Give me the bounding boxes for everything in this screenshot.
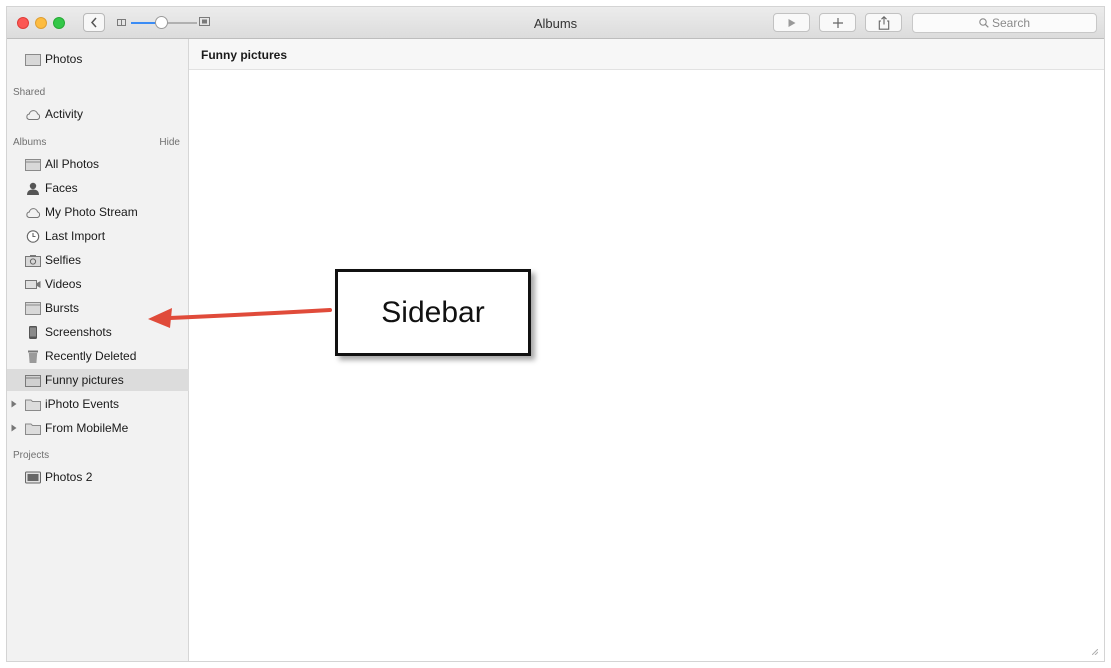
plus-icon — [832, 17, 843, 28]
sidebar-item-activity[interactable]: Activity — [7, 103, 189, 125]
sidebar-item-label: Selfies — [45, 253, 82, 267]
section-heading-albums: Albums — [13, 137, 47, 148]
album-icon — [25, 302, 41, 315]
content-header: Funny pictures — [189, 39, 1104, 70]
disclosure-triangle-icon[interactable] — [11, 424, 17, 432]
sidebar-item-from-mobileme[interactable]: From MobileMe — [7, 417, 189, 439]
sidebar-item-selfies[interactable]: Selfies — [7, 249, 189, 271]
annotation-callout: Sidebar — [335, 269, 531, 356]
sidebar: Photos Shared Activity Albums Hide All P… — [7, 39, 189, 661]
annotation-arrow — [148, 308, 332, 328]
album-icon — [25, 375, 41, 387]
slideshow-button[interactable] — [773, 13, 810, 32]
search-icon — [979, 18, 989, 28]
camera-icon — [25, 255, 41, 267]
sidebar-item-my-photo-stream[interactable]: My Photo Stream — [7, 201, 189, 223]
sidebar-item-last-import[interactable]: Last Import — [7, 225, 189, 247]
person-icon — [27, 182, 39, 195]
cloud-icon — [26, 208, 41, 218]
sidebar-item-faces[interactable]: Faces — [7, 177, 189, 199]
photos-window: Albums Search Photos Shared Activity Alb… — [6, 6, 1105, 662]
sidebar-item-label: Photos — [45, 52, 83, 66]
folder-icon — [25, 399, 41, 411]
sidebar-item-label: From MobileMe — [45, 421, 129, 435]
sidebar-item-iphoto-events[interactable]: iPhoto Events — [7, 393, 189, 415]
sidebar-item-photos-2[interactable]: Photos 2 — [7, 466, 189, 488]
sidebar-item-label: Videos — [45, 277, 82, 291]
sidebar-item-label: Recently Deleted — [45, 349, 137, 363]
add-button[interactable] — [819, 13, 856, 32]
clock-icon — [26, 230, 40, 243]
search-input[interactable]: Search — [912, 13, 1097, 33]
sidebar-item-recently-deleted[interactable]: Recently Deleted — [7, 345, 189, 367]
sidebar-item-photos[interactable]: Photos — [7, 48, 189, 70]
sidebar-item-funny-pictures[interactable]: Funny pictures — [7, 369, 189, 391]
sidebar-item-label: My Photo Stream — [45, 205, 138, 219]
album-icon — [25, 159, 41, 171]
share-icon — [878, 15, 889, 30]
toolbar: Albums Search — [7, 7, 1104, 39]
cloud-icon — [26, 110, 41, 120]
play-icon — [788, 18, 795, 27]
folder-icon — [25, 423, 41, 435]
disclosure-triangle-icon[interactable] — [11, 400, 17, 408]
trash-icon — [28, 350, 38, 363]
video-icon — [25, 280, 41, 289]
section-heading-shared: Shared — [13, 87, 46, 98]
sidebar-item-label: Last Import — [45, 229, 106, 243]
sidebar-item-videos[interactable]: Videos — [7, 273, 189, 295]
sidebar-item-label: Bursts — [45, 301, 80, 315]
sidebar-item-label: Screenshots — [45, 325, 112, 339]
sidebar-item-label: Photos 2 — [45, 470, 93, 484]
hide-albums-link[interactable]: Hide — [159, 137, 180, 148]
sidebar-item-label: Faces — [45, 181, 78, 195]
share-button[interactable] — [865, 13, 902, 32]
resize-grip-icon[interactable] — [1092, 649, 1098, 655]
book-icon — [25, 471, 41, 484]
sidebar-item-label: Funny pictures — [45, 373, 124, 387]
sidebar-item-label: All Photos — [45, 157, 100, 171]
sidebar-item-all-photos[interactable]: All Photos — [7, 153, 189, 175]
section-heading-projects: Projects — [13, 450, 50, 461]
album-title: Funny pictures — [201, 48, 288, 62]
photos-icon — [25, 54, 41, 66]
sidebar-item-label: Activity — [45, 107, 84, 121]
search-placeholder: Search — [991, 16, 1031, 30]
sidebar-item-label: iPhoto Events — [45, 397, 120, 411]
phone-icon — [29, 326, 37, 339]
